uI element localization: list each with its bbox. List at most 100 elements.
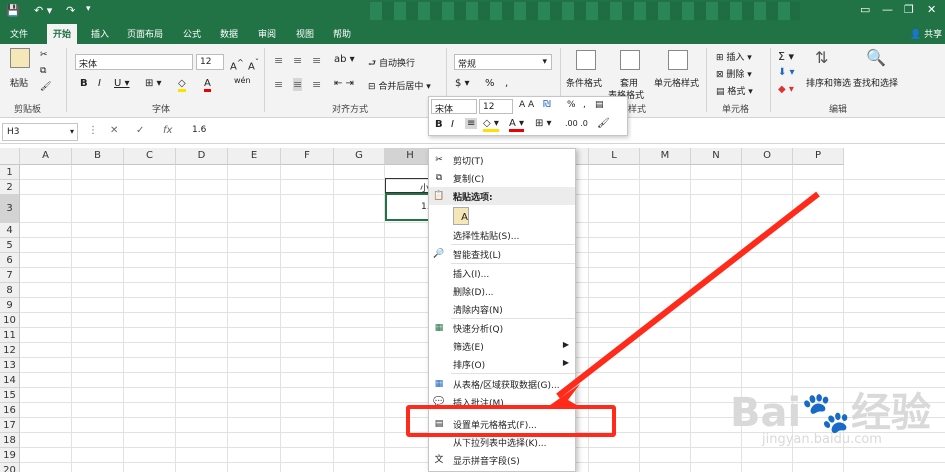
mini-font-size-box[interactable]: 12 [479, 99, 513, 114]
tab-review[interactable]: 审阅 [258, 27, 276, 40]
paste-keep-text-icon[interactable]: A [453, 207, 469, 225]
find-select-icon[interactable]: 🔍 [866, 48, 886, 67]
italic-icon[interactable]: I [98, 78, 101, 89]
row-header[interactable]: 14 [0, 373, 20, 388]
decrease-font-icon[interactable]: Aˇ [248, 57, 259, 72]
mini-decimal-icon[interactable]: .00 .0 [565, 119, 588, 128]
row-header[interactable]: 16 [0, 403, 20, 418]
column-header[interactable]: P [793, 148, 844, 165]
menu-item-sort[interactable]: 排序(O) ▶ [429, 355, 575, 373]
ribbon-display-icon[interactable]: ▭ [860, 3, 870, 16]
cut-icon[interactable]: ✂ [40, 50, 48, 60]
mini-font-name-box[interactable]: 宋体 [431, 99, 477, 115]
column-header[interactable]: D [176, 148, 228, 165]
column-header[interactable]: O [742, 148, 793, 165]
clear-icon[interactable]: ◆ ▾ [778, 84, 794, 95]
row-header[interactable]: 8 [0, 283, 20, 298]
column-header[interactable]: C [124, 148, 176, 165]
sort-filter-icon[interactable]: ⇅ [815, 48, 828, 67]
mini-border-icon[interactable]: ⊞ ▾ [535, 118, 552, 129]
menu-item-quick-analysis[interactable]: ▦ 快速分析(Q) [429, 319, 575, 337]
column-header[interactable]: N [691, 148, 742, 165]
menu-item-copy[interactable]: ⧉ 复制(C) [429, 169, 575, 187]
name-box[interactable]: H3 ▾ [2, 123, 78, 141]
paste-icon[interactable] [10, 48, 30, 68]
customize-qat-icon[interactable]: ▾ [86, 4, 91, 14]
align-center-icon[interactable]: ≡ [293, 78, 303, 91]
row-header[interactable]: 20 [0, 463, 20, 472]
row-header[interactable]: 15 [0, 388, 20, 403]
menu-item-clear[interactable]: 清除内容(N) [429, 300, 575, 318]
column-header[interactable]: B [72, 148, 124, 165]
fill-icon[interactable]: ⬇ ▾ [778, 67, 795, 78]
mini-italic-icon[interactable]: I [451, 119, 454, 130]
align-right-icon[interactable]: ≡ [312, 78, 321, 91]
tab-view[interactable]: 视图 [296, 27, 314, 40]
column-header[interactable]: F [281, 148, 334, 165]
merge-center-button[interactable]: ⊟ 合并后居中 ▾ [368, 79, 431, 92]
align-top-icon[interactable]: ≡ [274, 54, 283, 67]
mini-format-icon[interactable]: ▤ [595, 100, 604, 110]
menu-item-insert[interactable]: 插入(I)... [429, 264, 575, 282]
row-header[interactable]: 5 [0, 238, 20, 253]
row-header[interactable]: 19 [0, 448, 20, 463]
sort-filter-label[interactable]: 排序和筛选 [806, 76, 851, 89]
conditional-format-icon[interactable] [576, 50, 596, 70]
mini-center-icon[interactable]: ≡ [465, 118, 478, 129]
tab-data[interactable]: 数据 [220, 27, 238, 40]
mini-font-color-icon[interactable]: A ▾ [509, 118, 525, 132]
menu-item-phonetic[interactable]: 文显示拼音字段(S) [429, 451, 575, 469]
mini-bold-icon[interactable]: B [435, 119, 443, 130]
cond-format-label[interactable]: 条件格式 [566, 76, 602, 89]
border-icon[interactable]: ⊞ ▾ [145, 78, 162, 89]
tab-page-layout[interactable]: 页面布局 [127, 27, 163, 40]
row-header[interactable]: 4 [0, 223, 20, 238]
restore-icon[interactable]: ❐ [904, 3, 914, 16]
align-middle-icon[interactable]: ≡ [293, 54, 302, 67]
row-header[interactable]: 3 [0, 195, 20, 223]
mini-percent-icon[interactable]: % [567, 100, 576, 110]
copy-icon[interactable]: ⧉ [40, 66, 46, 76]
cell-style-label[interactable]: 单元格样式 [654, 76, 699, 89]
paste-label[interactable]: 粘贴 [10, 76, 28, 89]
save-icon[interactable]: 💾 [6, 4, 20, 17]
row-header[interactable]: 12 [0, 343, 20, 358]
fill-color-icon[interactable]: ◇ [178, 78, 186, 92]
number-format-box[interactable]: 常规 ▾ [454, 54, 552, 70]
wrap-text-button[interactable]: ⮐ 自动换行 [368, 56, 415, 72]
row-header[interactable]: 7 [0, 268, 20, 283]
column-header[interactable]: M [640, 148, 691, 165]
cancel-formula-icon[interactable]: ✕ [110, 125, 118, 136]
row-header[interactable]: 2 [0, 180, 20, 195]
menu-item-get-data[interactable]: ▦ 从表格/区域获取数据(G)... [429, 375, 575, 393]
orientation-icon[interactable]: ab ▾ [334, 54, 355, 65]
cell-style-icon[interactable] [668, 50, 688, 70]
row-header[interactable]: 1 [0, 165, 20, 180]
delete-cells-button[interactable]: ⊠ 删除 ▾ [716, 67, 752, 80]
mini-grow-font-icon[interactable]: A A [519, 100, 534, 110]
menu-item-smart-lookup[interactable]: 🔎 智能查找(L) [429, 245, 575, 263]
mini-painter-icon[interactable]: 🖌 [597, 118, 610, 129]
tab-home[interactable]: 开始 [47, 24, 78, 44]
bold-icon[interactable]: B [80, 78, 88, 89]
underline-icon[interactable]: U ▾ [114, 78, 130, 89]
column-header[interactable]: E [228, 148, 281, 165]
indent-icon[interactable]: ⇤ ⇥ [334, 78, 354, 89]
column-header[interactable]: A [20, 148, 72, 165]
row-header[interactable]: 18 [0, 433, 20, 448]
format-cells-button[interactable]: ▤ 格式 ▾ [716, 84, 753, 97]
table-format-icon[interactable] [620, 50, 640, 70]
row-header[interactable]: 13 [0, 358, 20, 373]
share-button[interactable]: 👤 共享 [910, 27, 942, 40]
tab-formulas[interactable]: 公式 [183, 27, 201, 40]
menu-item-cut[interactable]: ✂ 剪切(T) [429, 151, 575, 169]
column-header[interactable]: L [589, 148, 640, 165]
menu-item-delete[interactable]: 删除(D)... [429, 282, 575, 300]
mini-comma-icon[interactable]: , [583, 100, 586, 110]
mini-fill-icon[interactable]: ◇ ▾ [483, 118, 499, 132]
autosum-icon[interactable]: Σ ▾ [778, 50, 794, 63]
minimize-icon[interactable]: — [882, 3, 893, 16]
find-select-label[interactable]: 查找和选择 [853, 76, 898, 89]
tab-file[interactable]: 文件 [10, 27, 28, 40]
undo-icon[interactable]: ↶ ▾ [34, 4, 52, 17]
